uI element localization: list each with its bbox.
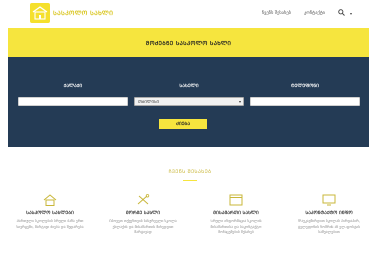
phone-input[interactable] — [250, 97, 360, 115]
feature-card: ᲡᲐᲡᲙᲝᲚᲝ ᲡᲐᲮᲚᲔᲑᲘ Ქართული სკოლების სრული ბ… — [15, 193, 85, 230]
feature-desc: Ქართული სკოლების სრული ბაზა ერთ სივრცეში… — [16, 219, 84, 229]
feature-card: ᲡᲐᲙᲝᲜᲢᲐᲥᲢᲝ ᲘᲜᲤᲝ Დაუკავშირდით სკოლას პირდ… — [294, 193, 364, 236]
search-panel: ᲥᲐᲚᲐᲥᲘ ᲡᲐᲮᲔᲚᲘ ᲢᲔᲚᲔᲤᲝᲜᲘ ᲗᲑᲘᲚᲘᲡᲘ ▾ ᲫᲘᲔᲑᲐ — [8, 57, 369, 147]
name-select[interactable]: ᲗᲑᲘᲚᲘᲡᲘ ▾ — [134, 97, 244, 106]
browser-icon — [201, 193, 271, 207]
tools-icon — [108, 193, 178, 207]
search-icon[interactable] — [338, 9, 345, 18]
monitor-icon — [294, 193, 364, 207]
feature-desc: Სრული ინფორმაცია სკოლის მისამართისა და ს… — [210, 219, 262, 234]
top-nav: ᲩᲕᲔᲜᲡ ᲨᲔᲡᲐᲮᲔᲑ ᲙᲝᲜᲢᲐᲥᲢᲘ ▾ — [262, 9, 352, 18]
home-icon — [15, 193, 85, 207]
feature-title: ᲡᲐᲡᲙᲝᲚᲝ ᲡᲐᲮᲚᲔᲑᲘ — [26, 211, 74, 216]
feature-title: ᲛᲘᲡᲐᲛᲐᲠᲗᲘ ᲡᲐᲮᲚᲘ — [213, 211, 259, 216]
feature-title: ᲛᲝᲠᲒᲔ ᲡᲐᲮᲚᲘ — [125, 211, 161, 216]
chevron-down-icon[interactable]: ▾ — [350, 11, 352, 16]
banner-title: ᲛᲝᲫᲔᲑᲜᲔ ᲡᲐᲡᲙᲝᲚᲝ ᲡᲐᲮᲚᲘ — [145, 40, 232, 47]
site-header: ᲡᲐᲡᲙᲝᲚᲝ ᲡᲐᲮᲚᲘ ᲩᲕᲔᲜᲡ ᲨᲔᲡᲐᲮᲔᲑ ᲙᲝᲜᲢᲐᲥᲢᲘ ▾ — [0, 0, 380, 27]
search-button[interactable]: ᲫᲘᲔᲑᲐ — [159, 119, 207, 129]
feature-card: ᲛᲝᲠᲒᲔ ᲡᲐᲮᲚᲘ Იპოვეთ თქვენთვის სასურველი ს… — [108, 193, 178, 236]
logo[interactable]: ᲡᲐᲡᲙᲝᲚᲝ ᲡᲐᲮᲚᲘ — [30, 3, 113, 23]
school-logo-icon — [30, 3, 50, 23]
phone-label: ᲢᲔᲚᲔᲤᲝᲜᲘ — [290, 84, 320, 89]
hero-banner: ᲛᲝᲫᲔᲑᲜᲔ ᲡᲐᲡᲙᲝᲚᲝ ᲡᲐᲮᲚᲘ — [8, 28, 369, 57]
city-input[interactable] — [18, 97, 128, 115]
nav-about[interactable]: ᲩᲕᲔᲜᲡ ᲨᲔᲡᲐᲮᲔᲑ — [262, 11, 291, 16]
city-label: ᲥᲐᲚᲐᲥᲘ — [63, 84, 83, 89]
logo-text: ᲡᲐᲡᲙᲝᲚᲝ ᲡᲐᲮᲚᲘ — [53, 10, 114, 17]
feature-desc: Იპოვეთ თქვენთვის სასურველი სკოლა ქალაქის… — [109, 219, 177, 234]
feature-card: ᲛᲘᲡᲐᲛᲐᲠᲗᲘ ᲡᲐᲮᲚᲘ Სრული ინფორმაცია სკოლის … — [201, 193, 271, 236]
nav-contact[interactable]: ᲙᲝᲜᲢᲐᲥᲢᲘ — [304, 11, 325, 16]
section-title: ᲩᲕᲔᲜᲡ ᲨᲔᲡᲐᲮᲔᲑ — [168, 169, 212, 175]
chevron-down-icon: ▾ — [238, 99, 241, 104]
feature-title: ᲡᲐᲙᲝᲜᲢᲐᲥᲢᲝ ᲘᲜᲤᲝ — [305, 211, 353, 216]
feature-desc: Დაუკავშირდით სკოლას პირდაპირ, ტელეფონის … — [297, 219, 361, 234]
section-divider — [183, 180, 197, 181]
name-label: ᲡᲐᲮᲔᲚᲘ — [179, 84, 199, 89]
name-select-value: ᲗᲑᲘᲚᲘᲡᲘ — [138, 98, 160, 104]
